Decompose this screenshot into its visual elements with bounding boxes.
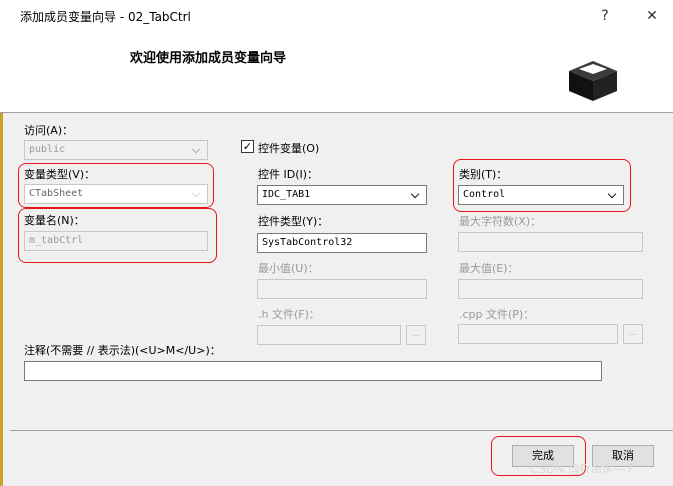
comment-label: 注释(不需要 // 表示法)(<U>M</U>)： xyxy=(24,344,221,357)
chevron-down-icon: ⌵ xyxy=(191,143,201,156)
help-button[interactable]: ? xyxy=(594,6,616,26)
max-chars-field[interactable] xyxy=(458,232,643,252)
highlight-var-name xyxy=(18,208,217,263)
h-file-label: .h 文件(F)： xyxy=(258,308,320,321)
title-bar: 添加成员变量向导 - 02_TabCtrl ? ✕ xyxy=(0,0,673,32)
h-file-browse-button[interactable]: ... xyxy=(406,325,426,345)
header-divider xyxy=(0,112,673,113)
min-value-label: 最小值(U)： xyxy=(258,262,319,275)
access-value: public xyxy=(29,144,66,155)
cpp-file-label: .cpp 文件(P)： xyxy=(459,308,535,321)
control-var-label: 控件变量(O) xyxy=(258,142,320,155)
close-button[interactable]: ✕ xyxy=(641,6,663,26)
cpp-file-browse-button[interactable]: ... xyxy=(623,324,643,344)
chevron-down-icon: ⌵ xyxy=(410,188,420,201)
control-id-value: IDC_TAB1 xyxy=(262,189,311,200)
access-dropdown[interactable]: public ⌵ xyxy=(24,140,208,160)
wizard-window: 添加成员变量向导 - 02_TabCtrl ? ✕ 欢迎使用添加成员变量向导 访… xyxy=(0,0,673,486)
max-value-label: 最大值(E)： xyxy=(459,262,519,275)
box-icon xyxy=(569,61,617,101)
footer-divider xyxy=(10,430,673,431)
control-id-label: 控件 ID(I)： xyxy=(258,168,319,181)
max-value-field[interactable] xyxy=(458,279,643,299)
h-file-field[interactable] xyxy=(257,325,401,345)
control-type-value: SysTabControl32 xyxy=(262,237,353,248)
highlight-var-type xyxy=(18,163,214,208)
wizard-header: 欢迎使用添加成员变量向导 xyxy=(0,32,673,112)
access-label: 访问(A)： xyxy=(24,124,74,137)
control-type-label: 控件类型(Y)： xyxy=(258,215,329,228)
max-chars-label: 最大字符数(X)： xyxy=(459,215,542,228)
cpp-file-field[interactable] xyxy=(458,324,618,344)
control-var-checkbox[interactable]: ✓ xyxy=(241,140,254,153)
window-title: 添加成员变量向导 - 02_TabCtrl xyxy=(20,10,191,24)
control-id-dropdown[interactable]: IDC_TAB1 ⌵ xyxy=(257,185,427,205)
min-value-field[interactable] xyxy=(257,279,427,299)
watermark: CSDN @Frank---7 xyxy=(530,462,634,476)
header-title: 欢迎使用添加成员变量向导 xyxy=(130,51,287,66)
checkmark-icon: ✓ xyxy=(242,140,253,153)
control-type-field[interactable]: SysTabControl32 xyxy=(257,233,427,253)
highlight-category xyxy=(453,159,631,212)
comment-field[interactable] xyxy=(24,361,602,381)
